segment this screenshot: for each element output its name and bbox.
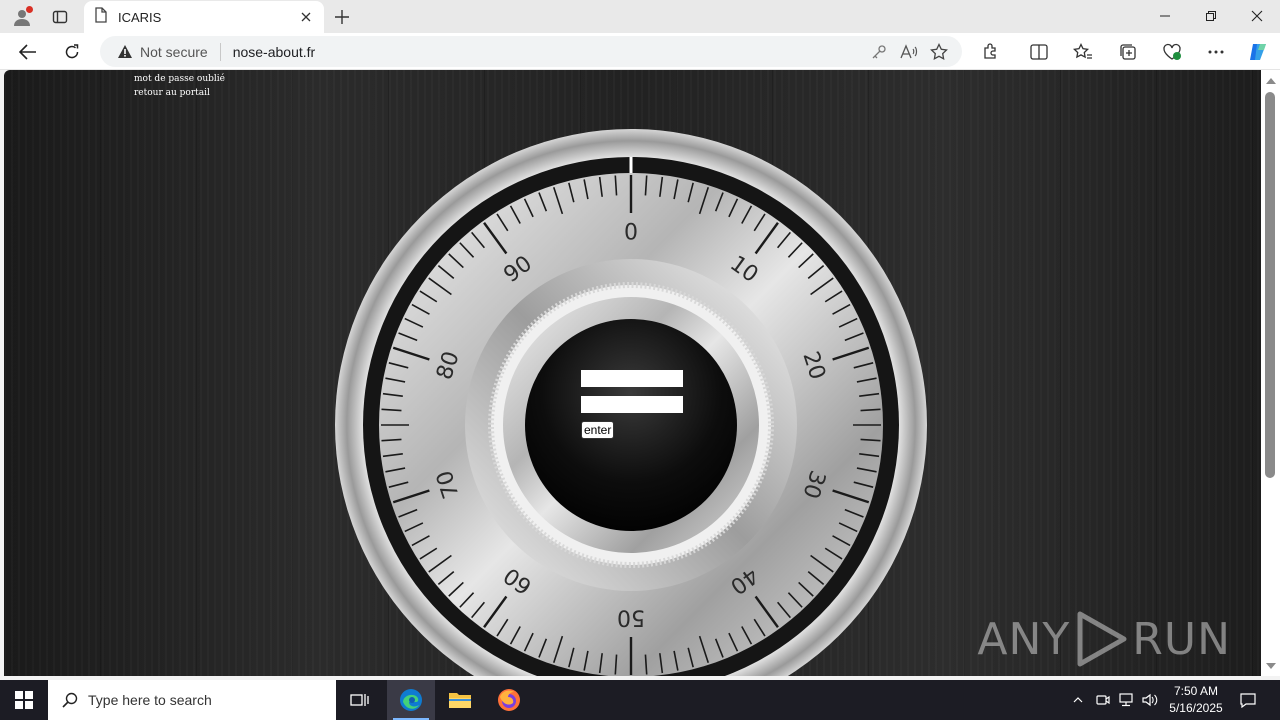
clock-time: 7:50 AM bbox=[1173, 684, 1219, 698]
firefox-icon[interactable] bbox=[485, 680, 533, 720]
password-input[interactable] bbox=[581, 396, 683, 413]
copilot-icon[interactable] bbox=[1244, 38, 1272, 66]
meet-icon[interactable] bbox=[1094, 680, 1112, 720]
restore-icon[interactable] bbox=[1188, 0, 1234, 32]
tab-actions-icon[interactable] bbox=[48, 5, 72, 29]
task-view-icon[interactable] bbox=[336, 680, 384, 720]
taskbar-clock[interactable]: 7:50 AM 5/16/2025 bbox=[1160, 680, 1232, 720]
split-screen-icon[interactable] bbox=[1025, 38, 1053, 66]
warning-icon[interactable] bbox=[116, 43, 134, 61]
more-icon[interactable] bbox=[1202, 38, 1230, 66]
search-icon bbox=[60, 690, 80, 710]
volume-icon[interactable] bbox=[1140, 680, 1160, 720]
dial-number: 50 bbox=[617, 605, 645, 630]
anyrun-watermark: ANY RUN bbox=[977, 608, 1231, 670]
key-icon[interactable] bbox=[864, 38, 894, 66]
file-explorer-icon[interactable] bbox=[436, 680, 484, 720]
clock-date: 5/16/2025 bbox=[1169, 701, 1223, 715]
browser-toolbar: Not secure nose-about.fr bbox=[0, 33, 1280, 70]
dial-number: 0 bbox=[624, 221, 638, 246]
watermark-left-text: ANY bbox=[977, 613, 1071, 665]
security-label[interactable]: Not secure bbox=[140, 44, 208, 60]
star-icon[interactable] bbox=[924, 38, 954, 66]
login-form: enter bbox=[581, 370, 685, 439]
back-icon[interactable] bbox=[14, 38, 42, 66]
enter-button[interactable]: enter bbox=[581, 421, 615, 439]
refresh-icon[interactable] bbox=[58, 38, 86, 66]
chevron-up-icon[interactable] bbox=[1068, 680, 1088, 720]
watermark-right-text: RUN bbox=[1132, 613, 1231, 665]
collections-icon[interactable] bbox=[1114, 38, 1142, 66]
edge-icon[interactable] bbox=[387, 680, 435, 720]
close-icon[interactable] bbox=[298, 9, 314, 25]
windows-taskbar: Type here to search 7:50 AM 5/16/2025 bbox=[0, 680, 1280, 720]
scroll-thumb[interactable] bbox=[1265, 92, 1275, 478]
page-scrollbar[interactable] bbox=[1261, 70, 1280, 676]
page-viewport: mot de passe oublié retour au portail 0 … bbox=[4, 70, 1261, 676]
windows-start-icon[interactable] bbox=[0, 680, 48, 720]
page-icon bbox=[94, 6, 108, 28]
performance-icon[interactable] bbox=[1158, 38, 1186, 66]
notification-dot bbox=[26, 6, 33, 13]
scroll-down-icon[interactable] bbox=[1266, 663, 1276, 669]
address-bar[interactable]: Not secure nose-about.fr bbox=[100, 36, 962, 67]
close-icon[interactable] bbox=[1234, 0, 1280, 32]
browser-titlebar: ICARIS bbox=[0, 0, 1280, 33]
minimize-icon[interactable] bbox=[1142, 0, 1188, 32]
scroll-up-icon[interactable] bbox=[1266, 78, 1276, 84]
read-aloud-icon[interactable] bbox=[894, 38, 924, 66]
network-icon[interactable] bbox=[1117, 680, 1137, 720]
url-text[interactable]: nose-about.fr bbox=[233, 44, 864, 60]
extensions-icon[interactable] bbox=[977, 38, 1005, 66]
address-separator bbox=[219, 42, 221, 61]
play-logo-icon bbox=[1077, 611, 1127, 667]
tab-title: ICARIS bbox=[118, 9, 162, 25]
favorites-icon[interactable] bbox=[1069, 38, 1097, 66]
notifications-icon[interactable] bbox=[1234, 680, 1262, 720]
taskbar-search-box[interactable]: Type here to search bbox=[48, 680, 336, 720]
tab-active[interactable]: ICARIS bbox=[84, 1, 324, 33]
profile-icon[interactable] bbox=[10, 5, 34, 29]
username-input[interactable] bbox=[581, 370, 683, 387]
search-placeholder: Type here to search bbox=[88, 692, 212, 708]
plus-icon[interactable] bbox=[330, 5, 354, 29]
